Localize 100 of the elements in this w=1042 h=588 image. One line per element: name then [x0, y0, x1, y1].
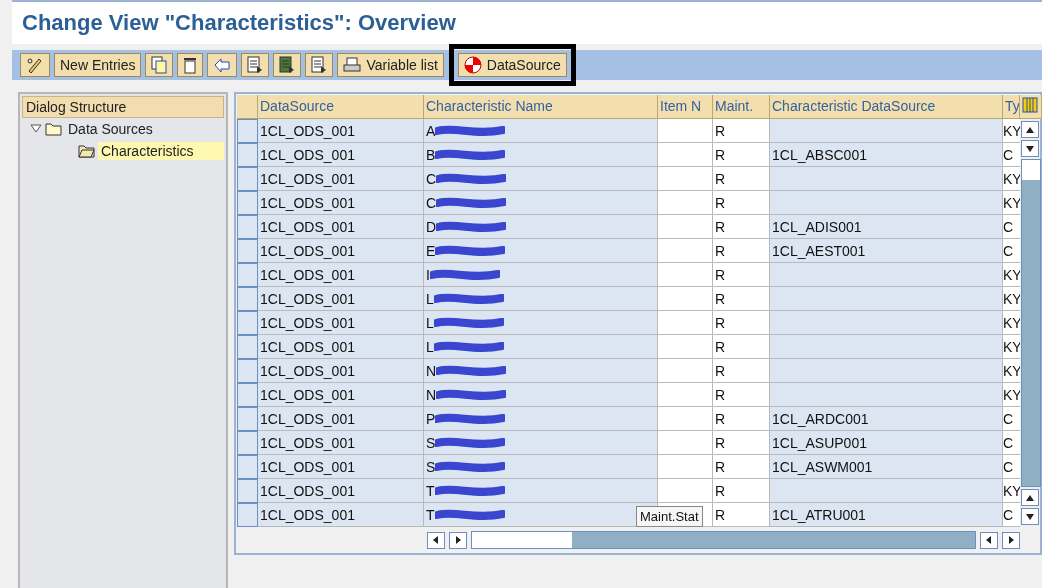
- table-cell: C: [1003, 503, 1020, 527]
- row-selector[interactable]: [237, 407, 258, 431]
- characteristic-name: L: [426, 314, 434, 331]
- row-selector[interactable]: [237, 479, 258, 503]
- scroll-right-button[interactable]: [1002, 531, 1020, 549]
- redaction-scribble: [435, 411, 506, 426]
- table-cell: 1CL_ODS_001: [258, 167, 424, 191]
- row-selector[interactable]: [237, 359, 258, 383]
- open-folder-icon: [78, 144, 95, 158]
- table-cell: C: [1003, 239, 1020, 263]
- table-cell: 1CL_ODS_001: [258, 455, 424, 479]
- row-selector[interactable]: [237, 167, 258, 191]
- expand-triangle-icon[interactable]: [30, 124, 42, 134]
- scroll-up-button[interactable]: [1021, 489, 1039, 506]
- tree-item[interactable]: Data Sources: [65, 120, 156, 138]
- tree-item[interactable]: Characteristics: [98, 142, 224, 160]
- toolbar-button[interactable]: [20, 53, 50, 77]
- redaction-scribble: [429, 267, 500, 282]
- toolbar-button[interactable]: [273, 53, 302, 77]
- characteristic-name: L: [426, 338, 434, 355]
- row-selector[interactable]: [237, 335, 258, 359]
- characteristic-name: E: [426, 242, 436, 259]
- table-cell: C: [1003, 143, 1020, 167]
- toolbar-button[interactable]: New Entries: [54, 53, 142, 77]
- row-selector[interactable]: [237, 239, 258, 263]
- window-title: Change View "Characteristics": Overview: [22, 10, 456, 36]
- table-cell: 1CL_ODS_001: [258, 431, 424, 455]
- folder-icon: [45, 122, 62, 136]
- horizontal-scrollbar[interactable]: [471, 531, 976, 549]
- row-selector[interactable]: [237, 383, 258, 407]
- column-header[interactable]: Characteristic Name: [424, 95, 658, 119]
- scroll-down-button[interactable]: [1021, 508, 1039, 525]
- row-selector[interactable]: [237, 119, 258, 143]
- pencil-glasses-icon: [26, 56, 44, 74]
- column-header[interactable]: Characteristic DataSource: [770, 95, 1003, 119]
- column-header[interactable]: Maint.: [713, 95, 770, 119]
- row-selector[interactable]: [237, 215, 258, 239]
- table-cell: R: [713, 239, 770, 263]
- printer-icon: [343, 57, 362, 73]
- column-header[interactable]: Item N: [658, 95, 713, 119]
- row-selector[interactable]: [237, 431, 258, 455]
- toolbar-button[interactable]: [305, 53, 334, 77]
- characteristic-name: B: [426, 146, 436, 163]
- scroll-down-button[interactable]: [1021, 140, 1039, 157]
- table-cell: 1CL_ABSC001: [770, 143, 1003, 167]
- table-cell: C: [1003, 407, 1020, 431]
- table-cell: 1CL_AEST001: [770, 239, 1003, 263]
- redaction-scribble: [436, 195, 507, 210]
- table-cell: 1CL_ODS_001: [258, 143, 424, 167]
- column-header[interactable]: DataSource: [258, 95, 424, 119]
- redaction-scribble: [434, 483, 505, 498]
- table-cell: R: [713, 359, 770, 383]
- header-corner: [237, 95, 258, 119]
- table-cell: R: [713, 503, 770, 527]
- row-selector[interactable]: [237, 263, 258, 287]
- redaction-scribble: [435, 435, 506, 450]
- scroll-up-button[interactable]: [1021, 121, 1039, 138]
- document-select-icon: [279, 56, 296, 74]
- row-selector[interactable]: [237, 191, 258, 215]
- table-cell: 1CL_ODS_001: [258, 479, 424, 503]
- scroll-left-button[interactable]: [427, 531, 445, 549]
- table-cell: C: [1003, 431, 1020, 455]
- table-cell: C: [1003, 455, 1020, 479]
- row-selector[interactable]: [237, 503, 258, 527]
- characteristic-name: L: [426, 290, 434, 307]
- column-header[interactable]: Ty: [1003, 95, 1020, 119]
- redaction-scribble: [433, 291, 504, 306]
- table-cell: 1CL_ATRU001: [770, 503, 1003, 527]
- toolbar-button[interactable]: [241, 53, 270, 77]
- redaction-scribble: [435, 147, 506, 162]
- characteristic-name: C: [426, 194, 437, 211]
- table-cell: 1CL_ODS_001: [258, 263, 424, 287]
- characteristic-name: S: [426, 458, 436, 475]
- column-settings-icon[interactable]: [1020, 95, 1042, 119]
- trash-icon: [183, 56, 198, 74]
- characteristic-name: T: [426, 506, 435, 523]
- redaction-scribble: [436, 387, 507, 402]
- table-cell: R: [713, 143, 770, 167]
- toolbar-button[interactable]: Variable list: [337, 53, 444, 77]
- row-selector[interactable]: [237, 287, 258, 311]
- table-cell: 1CL_ODS_001: [258, 191, 424, 215]
- table-cell: 1CL_ODS_001: [258, 383, 424, 407]
- row-selector[interactable]: [237, 311, 258, 335]
- table-cell: 1CL_ODS_001: [258, 239, 424, 263]
- table-cell: 1CL_ASUP001: [770, 431, 1003, 455]
- vertical-scrollbar[interactable]: [1021, 159, 1041, 487]
- table-cell: 1CL_ODS_001: [258, 359, 424, 383]
- redaction-scribble: [436, 171, 507, 186]
- redaction-scribble: [435, 243, 506, 258]
- redaction-scribble: [435, 123, 506, 138]
- row-selector[interactable]: [237, 455, 258, 479]
- scroll-left-button[interactable]: [980, 531, 998, 549]
- table-cell: 1CL_ODS_001: [258, 287, 424, 311]
- toolbar-button[interactable]: [177, 53, 204, 77]
- table-cell: R: [713, 431, 770, 455]
- redaction-scribble: [433, 339, 504, 354]
- row-selector[interactable]: [237, 143, 258, 167]
- table-cell: C: [1003, 215, 1020, 239]
- scroll-right-button[interactable]: [449, 531, 467, 549]
- tooltip: Maint.Stat: [636, 506, 703, 527]
